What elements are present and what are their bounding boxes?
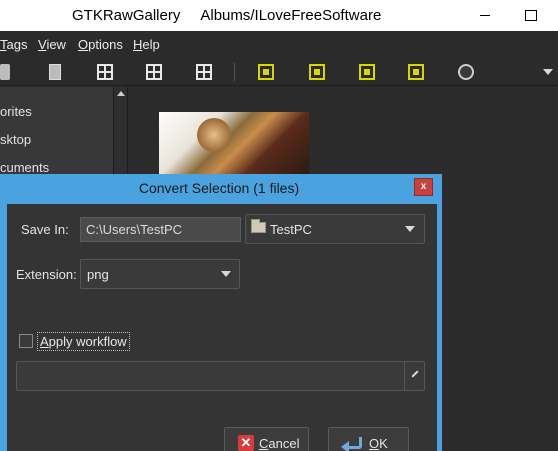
menu-help[interactable]: Help bbox=[133, 37, 160, 52]
convert-selection-dialog: Convert Selection (1 files) x Save In: C… bbox=[0, 174, 442, 451]
folder-combo[interactable]: TestPC bbox=[245, 214, 425, 244]
extension-label: Extension: bbox=[16, 267, 77, 282]
menubar: Tags View Options Help bbox=[0, 31, 558, 58]
ok-label: OK bbox=[369, 436, 388, 451]
maximize-button[interactable] bbox=[508, 0, 554, 31]
settings-icon[interactable] bbox=[458, 64, 474, 80]
window-title: GTKRawGallery Albums/ILoveFreeSoftware bbox=[72, 7, 382, 24]
grid-view-icon[interactable] bbox=[146, 64, 162, 80]
sidebar-item-documents[interactable]: cuments bbox=[0, 160, 49, 175]
close-button[interactable]: x bbox=[414, 178, 433, 196]
filmstrip-icon[interactable] bbox=[258, 64, 274, 80]
filmstrip-icon[interactable] bbox=[408, 64, 424, 80]
edit-workflow-button[interactable] bbox=[404, 362, 424, 390]
workflow-field[interactable] bbox=[16, 361, 425, 391]
scroll-up-icon[interactable] bbox=[117, 91, 125, 96]
chevron-down-icon bbox=[405, 226, 415, 232]
save-in-path-field[interactable]: C:\Users\TestPC bbox=[80, 217, 241, 242]
filmstrip-icon[interactable] bbox=[359, 64, 375, 80]
ok-icon bbox=[341, 435, 363, 451]
menu-view[interactable]: View bbox=[38, 37, 66, 52]
toolbar bbox=[0, 58, 558, 86]
pencil-icon bbox=[411, 370, 419, 378]
window-titlebar: GTKRawGallery Albums/ILoveFreeSoftware bbox=[0, 0, 558, 31]
minimize-button[interactable] bbox=[462, 0, 508, 31]
menu-tags[interactable]: Tags bbox=[0, 37, 27, 52]
dialog-body: Save In: C:\Users\TestPC TestPC Extensio… bbox=[7, 204, 437, 451]
sidebar-item-desktop[interactable]: sktop bbox=[0, 132, 31, 147]
grid-view-icon[interactable] bbox=[196, 64, 212, 80]
camera-icon[interactable] bbox=[0, 64, 10, 80]
sidebar-item-favorites[interactable]: orites bbox=[0, 104, 32, 119]
image-thumbnail[interactable] bbox=[159, 112, 309, 174]
dialog-titlebar: Convert Selection (1 files) bbox=[0, 174, 442, 203]
more-icon[interactable] bbox=[543, 69, 553, 75]
ok-button[interactable]: OK bbox=[328, 427, 409, 451]
extension-value: png bbox=[87, 267, 109, 282]
toolbar-separator bbox=[234, 63, 235, 81]
menu-options[interactable]: Options bbox=[78, 37, 123, 52]
save-in-label: Save In: bbox=[21, 222, 69, 237]
cancel-icon: ✕ bbox=[238, 435, 254, 451]
chevron-down-icon bbox=[221, 271, 231, 277]
grid-view-icon[interactable] bbox=[97, 64, 113, 80]
document-icon[interactable] bbox=[49, 64, 61, 80]
extension-combo[interactable]: png bbox=[80, 259, 240, 289]
apply-workflow-label[interactable]: Apply workflow bbox=[37, 332, 130, 351]
folder-combo-value: TestPC bbox=[270, 222, 312, 237]
cancel-label: Cancel bbox=[259, 436, 300, 451]
folder-icon bbox=[251, 219, 266, 233]
filmstrip-icon[interactable] bbox=[309, 64, 325, 80]
dialog-title: Convert Selection (1 files) bbox=[138, 180, 300, 196]
cancel-button[interactable]: ✕ Cancel bbox=[224, 427, 309, 451]
apply-workflow-checkbox[interactable] bbox=[19, 334, 33, 348]
